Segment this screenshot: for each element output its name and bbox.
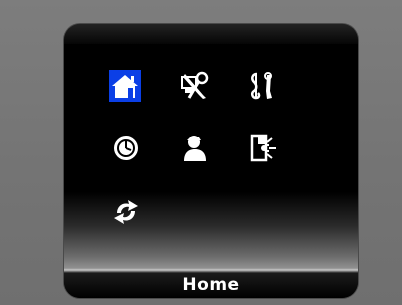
display-brightness-icon [250,134,276,162]
house-icon [112,75,138,98]
music-wrench-icon [251,72,272,100]
tools-icon [181,71,209,99]
menu-item-tools[interactable] [178,70,210,102]
clock-icon [114,136,138,160]
menu-item-music[interactable] [245,70,277,102]
menu-item-home[interactable] [109,70,141,102]
refresh-icon [114,200,138,224]
user-icon [184,136,206,161]
status-label: Home [182,275,240,295]
status-bar: Home [64,268,358,298]
menu-item-user[interactable] [179,132,211,164]
menu-item-clock[interactable] [110,132,142,164]
screen-gloss [64,24,358,44]
menu-item-refresh[interactable] [110,196,142,228]
device-screen: Home [64,24,358,298]
screen-glow [64,192,358,268]
menu-item-display[interactable] [247,132,279,164]
